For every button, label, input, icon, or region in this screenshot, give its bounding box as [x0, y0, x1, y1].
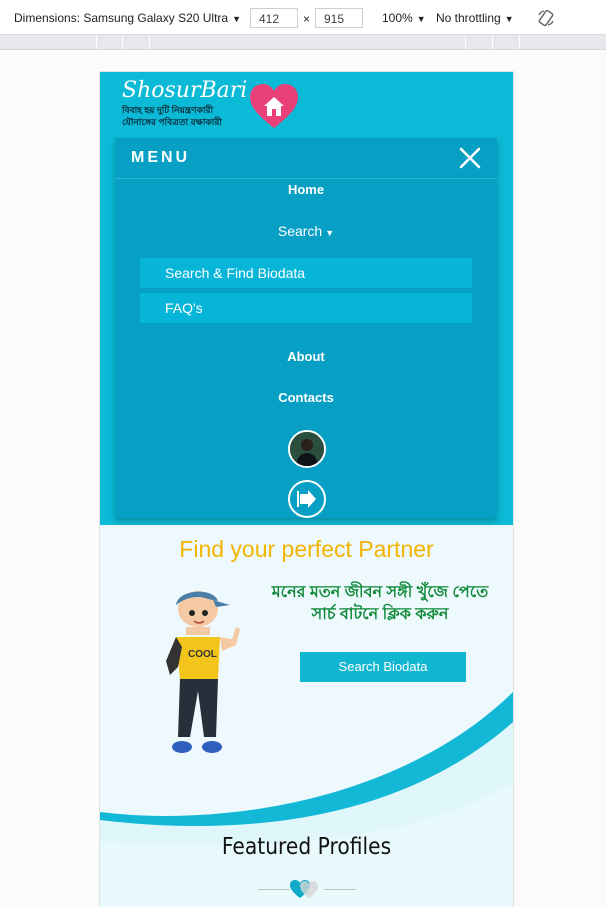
nav-about[interactable]: About	[115, 349, 497, 364]
close-icon[interactable]	[457, 145, 483, 171]
logo-brand: ShosurBari	[122, 78, 248, 103]
chevron-down-icon: ▼	[416, 14, 426, 24]
menu-title: MENU	[131, 149, 191, 166]
avatar-person-icon	[290, 432, 324, 466]
logo-heart-house-icon	[250, 84, 298, 128]
decorative-wave	[100, 692, 513, 907]
logout-icon[interactable]	[288, 480, 326, 518]
dimensions-dropdown[interactable]: Dimensions: Samsung Galaxy S20 Ultra ▼	[14, 11, 241, 25]
width-input[interactable]: 412	[250, 8, 298, 28]
chevron-down-icon: ▼	[504, 14, 514, 24]
caret-down-icon: ▼	[325, 228, 335, 238]
zoom-dropdown[interactable]: 100% ▼	[382, 11, 426, 25]
search-biodata-button[interactable]: Search Biodata	[300, 652, 466, 682]
devtools-toolbar: Dimensions: Samsung Galaxy S20 Ultra ▼ 41…	[0, 0, 606, 35]
rotate-icon[interactable]	[536, 8, 556, 28]
height-input[interactable]: 915	[315, 8, 363, 28]
hero-bangla-line-2: সার্চ বাটনে ক্লিক করুন	[311, 606, 449, 623]
heart-divider-icon	[290, 880, 318, 898]
nav-contacts[interactable]: Contacts	[115, 390, 497, 405]
svg-text:COOL: COOL	[188, 649, 217, 660]
chevron-down-icon: ▼	[232, 14, 242, 24]
submenu-faqs[interactable]: FAQ's	[140, 293, 472, 323]
featured-profiles-title: Featured Profiles	[221, 834, 392, 860]
divider-line-right	[324, 889, 356, 890]
divider-line-left	[258, 889, 290, 890]
device-ruler	[0, 35, 606, 50]
profile-avatar[interactable]	[288, 430, 326, 468]
nav-search[interactable]: Search ▼	[115, 223, 497, 239]
menu-header: MENU	[115, 138, 497, 179]
dimensions-label: Dimensions: Samsung Galaxy S20 Ultra	[14, 11, 229, 25]
nav-home[interactable]: Home	[115, 182, 497, 197]
hero-bangla-text: মনের মতন জীবন সঙ্গী খুঁজে পেতে সার্চ বাট…	[260, 582, 500, 626]
submenu-search-find-biodata[interactable]: Search & Find Biodata	[140, 258, 472, 288]
site-logo[interactable]: ShosurBari বিবাহ হয় দুটি নিয়ন্ত্রণকারী…	[122, 78, 298, 128]
mobile-menu: MENU Home Search ▼ Search & Find Biodata …	[115, 138, 497, 518]
nav-search-label: Search	[277, 223, 323, 239]
hero-bangla-line-1: মনের মতন জীবন সঙ্গী খুঁজে পেতে	[271, 584, 489, 601]
zoom-label: 100%	[382, 11, 413, 25]
logo-tagline-2: যৌনাঙ্গের পবিত্রতা রক্ষাকারী	[122, 117, 222, 127]
throttling-dropdown[interactable]: No throttling ▼	[436, 11, 514, 25]
device-viewport: ShosurBari বিবাহ হয় দুটি নিয়ন্ত্রণকারী…	[100, 72, 513, 907]
dimension-separator: ×	[303, 12, 311, 26]
throttling-label: No throttling	[436, 11, 501, 25]
hero-title: Find your perfect Partner	[179, 536, 434, 562]
